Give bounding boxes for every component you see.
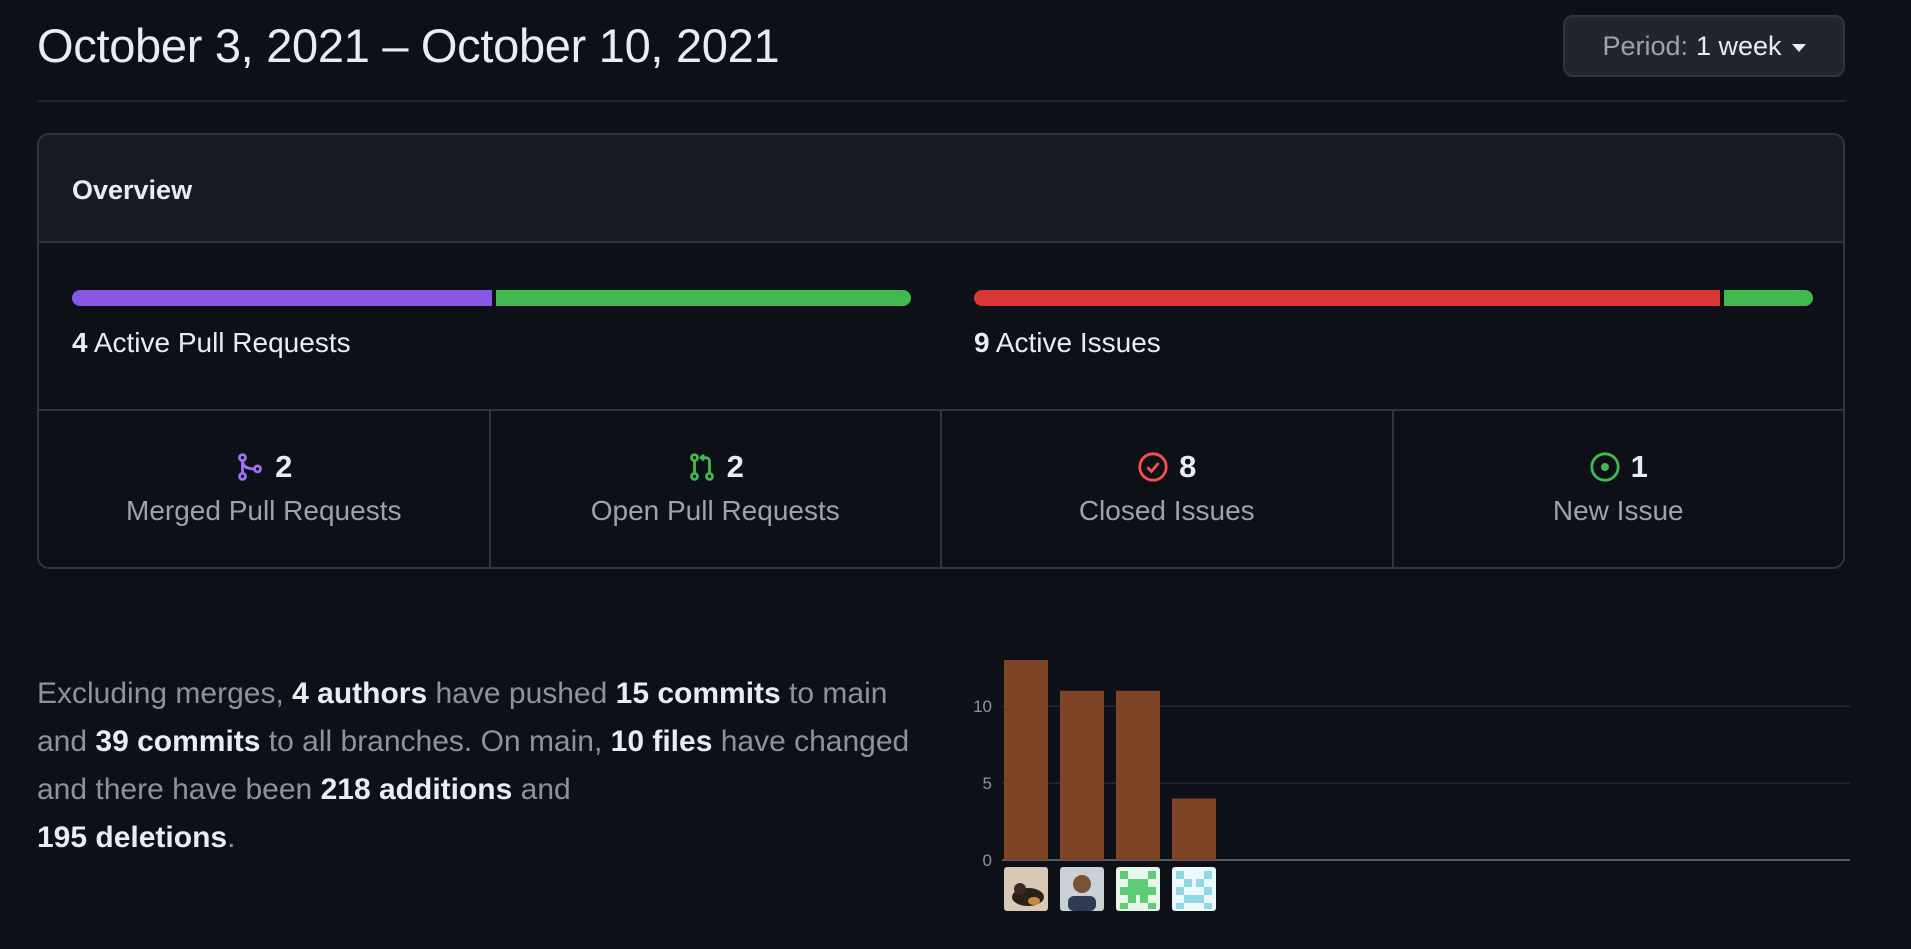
issues-bar[interactable] xyxy=(974,290,1813,306)
author-avatar[interactable] xyxy=(1172,867,1216,911)
period-dropdown-button[interactable]: Period: 1 week xyxy=(1563,15,1845,77)
commits-by-author-chart: 0 5 10 xyxy=(960,640,1850,940)
pull-requests-bar[interactable] xyxy=(72,290,911,306)
summary-text: and xyxy=(512,773,571,806)
stat-merged-pull-requests[interactable]: 2 Merged Pull Requests xyxy=(39,411,491,567)
overview-heading: Overview xyxy=(72,175,193,205)
stat-label: Open Pull Requests xyxy=(590,495,840,526)
y-tick-label: 10 xyxy=(973,697,992,716)
active-issues-count: 9 xyxy=(974,327,990,358)
merged-segment xyxy=(72,290,492,306)
author-avatar[interactable] xyxy=(1004,867,1048,911)
new-segment xyxy=(1723,290,1813,306)
page-header: October 3, 2021 – October 10, 2021 Perio… xyxy=(37,0,1845,102)
commit-bar[interactable] xyxy=(1116,690,1160,860)
files-changed-count: 10 files xyxy=(610,725,713,758)
stats-row: 2 Merged Pull Requests 2 Open Pull Reque… xyxy=(39,411,1844,567)
stat-closed-issues[interactable]: 8 Closed Issues xyxy=(942,411,1394,567)
stat-value: 2 xyxy=(726,449,744,484)
page-title: October 3, 2021 – October 10, 2021 xyxy=(37,19,780,72)
summary-text: have pushed xyxy=(427,677,616,710)
caret-down-icon xyxy=(1791,43,1806,52)
stat-label: Closed Issues xyxy=(1078,495,1255,526)
additions-word: additions xyxy=(378,773,513,806)
avatar-image xyxy=(1004,867,1048,911)
avatar-image xyxy=(1116,867,1160,911)
commit-bar[interactable] xyxy=(1172,798,1216,860)
stat-open-pull-requests[interactable]: 2 Open Pull Requests xyxy=(491,411,942,567)
active-pull-requests-label[interactable]: 4 Active Pull Requests xyxy=(72,327,351,359)
avatar-image xyxy=(1172,867,1216,911)
active-issues-label[interactable]: 9 Active Issues xyxy=(974,327,1161,359)
authors-count: 4 authors xyxy=(292,677,428,710)
active-issues-text: Active Issues xyxy=(995,327,1161,358)
main-commits-count: 15 commits xyxy=(615,677,781,710)
stat-value: 8 xyxy=(1179,449,1197,484)
avatar-image xyxy=(1060,867,1104,911)
merge-icon xyxy=(238,453,263,481)
commit-bar[interactable] xyxy=(1060,690,1104,860)
stat-value: 2 xyxy=(275,449,293,484)
activity-bars: 4 Active Pull Requests 9 Active Issues xyxy=(39,243,1843,411)
summary-text: Excluding merges, xyxy=(37,677,293,710)
stat-value: 1 xyxy=(1630,449,1648,484)
all-commits-count: 39 commits xyxy=(95,725,261,758)
issue-opened-icon xyxy=(1590,452,1620,482)
y-tick-label: 5 xyxy=(983,774,992,793)
period-value: 1 week xyxy=(1696,30,1782,61)
summary-text: to all branches. On main, xyxy=(260,725,611,758)
stat-label: Merged Pull Requests xyxy=(126,495,402,526)
pull-request-icon xyxy=(689,453,714,481)
stat-label: New Issue xyxy=(1552,495,1684,526)
overview-panel: Overview 4 Active Pull Requests 9 Active… xyxy=(37,133,1845,569)
y-tick-label: 0 xyxy=(983,851,992,870)
commit-summary: Excluding merges, 4 authors have pushed … xyxy=(37,670,937,862)
closed-segment xyxy=(974,290,1720,306)
stat-new-issue[interactable]: 1 New Issue xyxy=(1394,411,1844,567)
author-avatar[interactable] xyxy=(1116,867,1160,911)
commit-bar[interactable] xyxy=(1004,660,1048,860)
author-avatar[interactable] xyxy=(1060,867,1104,911)
overview-header: Overview xyxy=(39,135,1843,243)
deletions-word: deletions xyxy=(95,821,228,854)
summary-text: . xyxy=(227,821,236,854)
commits-chart-svg: 0 5 10 xyxy=(973,660,1850,870)
active-pr-text: Active Pull Requests xyxy=(93,327,351,358)
deletions-count: 195 xyxy=(37,821,88,854)
additions-count: 218 xyxy=(320,773,371,806)
open-segment xyxy=(495,290,911,306)
active-pr-count: 4 xyxy=(72,327,88,358)
period-label: Period: xyxy=(1602,30,1688,61)
issue-closed-icon xyxy=(1138,452,1168,482)
